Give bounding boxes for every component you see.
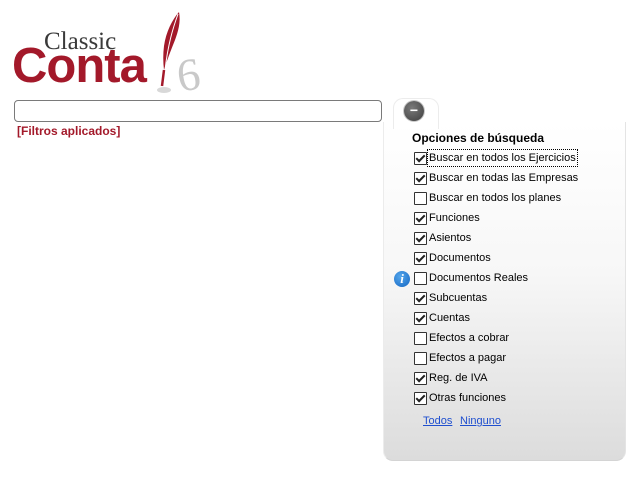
select-all-link[interactable]: Todos	[423, 415, 452, 427]
option-label[interactable]: Otras funciones	[429, 390, 506, 406]
option-checkbox[interactable]	[414, 272, 427, 285]
option-checkbox[interactable]	[414, 352, 427, 365]
option-label[interactable]: Subcuentas	[429, 290, 487, 306]
option-label[interactable]: Documentos Reales	[429, 270, 528, 286]
option-label[interactable]: Documentos	[429, 250, 491, 266]
search-options-title: Opciones de búsqueda	[412, 131, 545, 145]
classicconta-logo: Classic Conta 6	[10, 8, 210, 101]
option-label[interactable]: Efectos a cobrar	[429, 330, 509, 346]
option-label[interactable]: Buscar en todos los Ejercicios	[427, 149, 578, 167]
option-label[interactable]: Asientos	[429, 230, 471, 246]
select-none-link[interactable]: Ninguno	[460, 415, 501, 427]
search-input[interactable]	[14, 100, 382, 122]
collapse-panel-button[interactable]: −	[404, 101, 424, 121]
option-label[interactable]: Funciones	[429, 210, 480, 226]
option-label[interactable]: Reg. de IVA	[429, 370, 488, 386]
option-label[interactable]: Buscar en todos los planes	[429, 190, 561, 206]
option-checkbox[interactable]	[414, 152, 427, 165]
option-checkbox[interactable]	[414, 232, 427, 245]
logo-conta-text: Conta	[12, 39, 147, 93]
option-label[interactable]: Buscar en todas las Empresas	[429, 170, 578, 186]
option-label[interactable]: Efectos a pagar	[429, 350, 506, 366]
option-checkbox[interactable]	[414, 252, 427, 265]
option-checkbox[interactable]	[414, 192, 427, 205]
option-label[interactable]: Cuentas	[429, 310, 470, 326]
option-checkbox[interactable]	[414, 172, 427, 185]
filters-applied-label: [Filtros aplicados]	[17, 124, 121, 138]
option-checkbox[interactable]	[414, 372, 427, 385]
option-checkbox[interactable]	[414, 292, 427, 305]
info-icon[interactable]: i	[394, 271, 410, 287]
option-checkbox[interactable]	[414, 212, 427, 225]
option-checkbox[interactable]	[414, 392, 427, 405]
option-checkbox[interactable]	[414, 312, 427, 325]
option-checkbox[interactable]	[414, 332, 427, 345]
